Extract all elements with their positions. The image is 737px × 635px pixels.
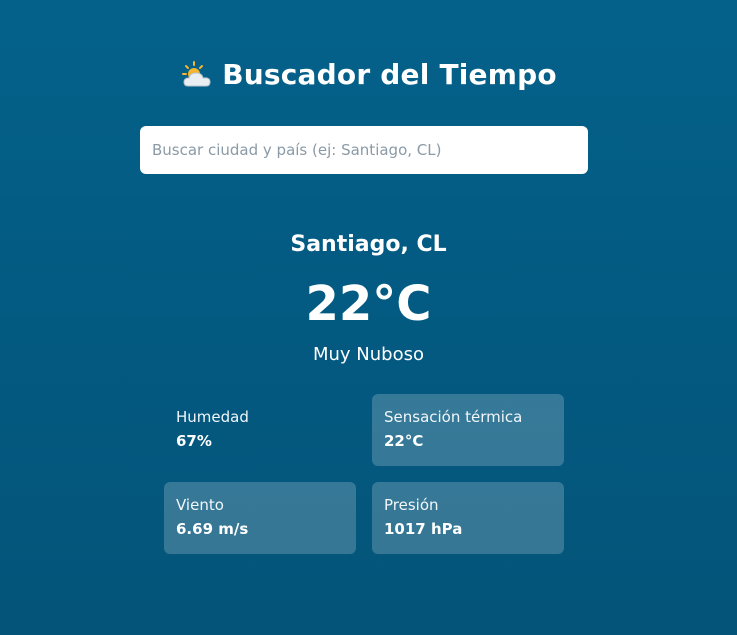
detail-card-wind: Viento 6.69 m/s xyxy=(164,482,356,554)
app-header: Buscador del Tiempo xyxy=(0,58,737,91)
detail-value: 22°C xyxy=(384,432,424,450)
detail-label: Sensación térmica xyxy=(384,408,523,426)
detail-value: 67% xyxy=(176,432,212,450)
detail-label: Presión xyxy=(384,496,439,514)
detail-value: 6.69 m/s xyxy=(176,520,249,538)
weather-app: Buscador del Tiempo Santiago, CL 22°C Mu… xyxy=(0,0,737,635)
detail-label: Viento xyxy=(176,496,224,514)
detail-card-feels-like: Sensación térmica 22°C xyxy=(372,394,564,466)
detail-value: 1017 hPa xyxy=(384,520,463,538)
page-title: Buscador del Tiempo xyxy=(222,58,557,91)
temperature: 22°C xyxy=(305,276,432,332)
city-name: Santiago, CL xyxy=(290,232,447,257)
detail-card-pressure: Presión 1017 hPa xyxy=(372,482,564,554)
sun-behind-cloud-icon xyxy=(180,60,214,90)
weather-description: Muy Nuboso xyxy=(312,344,424,365)
search-input[interactable] xyxy=(140,126,588,174)
detail-label: Humedad xyxy=(176,408,249,426)
detail-card-humidity: Humedad 67% xyxy=(164,394,356,466)
